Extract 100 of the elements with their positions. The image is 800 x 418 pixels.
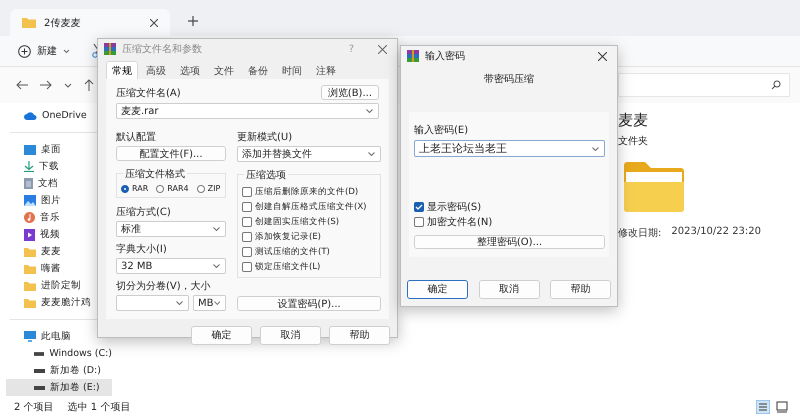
sidebar-item[interactable]: 此电脑 <box>6 328 112 345</box>
password-field[interactable]: 上老王论坛当老王 <box>414 140 605 157</box>
folder-icon <box>22 17 36 28</box>
volume-size-field[interactable] <box>116 295 189 311</box>
sidebar-label: 音乐 <box>40 211 60 224</box>
video-icon <box>24 228 35 240</box>
details-view-icon[interactable] <box>756 400 770 414</box>
dialog-button[interactable]: 取消 <box>260 326 321 344</box>
sidebar-label: 麦麦脆汁鸡 <box>41 296 91 309</box>
sidebar-label: 进阶定制 <box>41 279 81 292</box>
dialog-tab[interactable]: 常规 <box>106 61 138 79</box>
sidebar-item[interactable]: Windows (C:) <box>6 345 112 362</box>
modified-date: 2023/10/22 23:20 <box>671 226 762 239</box>
dialog-tab[interactable]: 高级 <box>140 61 172 79</box>
option-checkbox[interactable]: 测试压缩的文件(T) <box>242 245 376 258</box>
chevron-down-icon <box>213 227 220 231</box>
desktop-icon <box>24 144 36 154</box>
field-label: 输入密码(E) <box>414 124 470 137</box>
organize-passwords-button[interactable]: 整理密码(O)... <box>414 235 605 249</box>
dialog-tab[interactable]: 注释 <box>310 61 342 79</box>
sidebar-item[interactable]: 新加卷 (E:) <box>6 379 112 396</box>
option-checkbox[interactable]: 添加恢复记录(E) <box>242 230 376 243</box>
profiles-button[interactable]: 配置文件(F)... <box>116 146 226 161</box>
sidebar-item[interactable]: 视频 <box>6 226 112 243</box>
field-label: 默认配置 <box>116 130 157 144</box>
new-tab-icon[interactable] <box>188 16 198 26</box>
option-checkbox[interactable]: 创建自解压格式压缩文件(X) <box>242 200 376 213</box>
sidebar-item[interactable]: OneDrive <box>6 107 112 124</box>
folder-icon <box>624 162 684 212</box>
dialog-tab[interactable]: 文件 <box>208 61 240 79</box>
download-icon <box>24 161 34 172</box>
field-label: 压缩文件名(A) <box>116 86 181 100</box>
chevron-down-icon <box>366 109 373 113</box>
dialog-button[interactable]: 取消 <box>478 280 540 298</box>
chevron-down-icon <box>176 301 183 305</box>
format-radio[interactable]: RAR <box>121 184 148 193</box>
dialog-heading: 带密码压缩 <box>483 72 535 86</box>
sidebar-item[interactable]: 新加卷 (D:) <box>6 362 112 379</box>
format-radio[interactable]: RAR4 <box>156 184 189 193</box>
drive-icon <box>34 352 44 356</box>
browse-button[interactable]: 浏览(B)... <box>320 85 379 100</box>
tiles-view-icon[interactable] <box>776 401 788 413</box>
sidebar-label: 视频 <box>40 228 60 241</box>
method-dropdown[interactable]: 标准 <box>116 221 226 237</box>
sidebar-item[interactable]: 下载 <box>6 158 112 175</box>
up-icon[interactable] <box>84 79 94 91</box>
sidebar-item[interactable]: 麦麦 <box>6 243 112 260</box>
dialog-button[interactable]: 帮助 <box>550 280 611 298</box>
dialog-tab[interactable]: 选项 <box>174 61 206 79</box>
modified-label: 修改日期: <box>618 226 662 240</box>
close-icon[interactable] <box>598 52 607 60</box>
chevron-down-icon[interactable] <box>64 82 72 88</box>
close-icon[interactable] <box>378 44 387 54</box>
sidebar-item[interactable]: 图片 <box>6 192 112 209</box>
set-password-button[interactable]: 设置密码(P)... <box>237 296 381 311</box>
field-label: 字典大小(I) <box>116 242 168 256</box>
option-checkbox[interactable]: 压缩后删除原来的文件(D) <box>242 185 376 198</box>
sidebar-item[interactable]: 文档 <box>6 175 112 192</box>
search-field[interactable] <box>618 73 790 97</box>
plus-icon <box>18 44 31 58</box>
new-button[interactable]: 新建 <box>14 42 74 60</box>
unit-dropdown[interactable]: MB <box>193 295 226 311</box>
sidebar-item[interactable]: 麦麦脆汁鸡 <box>6 294 112 311</box>
dialog-tab[interactable]: 备份 <box>242 61 274 79</box>
dictionary-dropdown[interactable]: 32 MB <box>116 258 226 274</box>
group-title: 压缩文件格式 <box>123 167 187 181</box>
group-title: 压缩选项 <box>244 168 288 182</box>
item-type: 文件夹 <box>618 134 649 148</box>
sidebar-label: 桌面 <box>41 143 61 156</box>
sidebar-item[interactable]: 桌面 <box>6 141 112 158</box>
dialog-button[interactable]: 确定 <box>191 326 252 344</box>
folder-tab[interactable]: 2传麦麦 <box>10 9 170 36</box>
dialog-button[interactable]: 帮助 <box>329 326 390 344</box>
archive-name-field[interactable]: 麦麦.rar <box>116 103 379 119</box>
folder-icon <box>24 298 36 308</box>
sidebar-label: 此电脑 <box>41 330 71 343</box>
chevron-down-icon <box>213 264 220 268</box>
option-checkbox[interactable]: 显示密码(S) <box>414 200 605 213</box>
dialog-title: 输入密码 <box>425 50 465 63</box>
close-icon[interactable] <box>150 18 158 26</box>
dialog-tab[interactable]: 时间 <box>276 61 308 79</box>
sidebar-label: 麦麦 <box>41 245 61 258</box>
chevron-down-icon <box>368 152 375 156</box>
sidebar-item[interactable]: 音乐 <box>6 209 112 226</box>
option-checkbox[interactable]: 创建固实压缩文件(S) <box>242 215 376 228</box>
back-icon[interactable] <box>16 80 28 90</box>
option-checkbox[interactable]: 加密文件名(N) <box>414 215 605 228</box>
format-radio[interactable]: ZIP <box>196 184 220 193</box>
music-icon <box>24 212 35 223</box>
selection-count: 选中 1 个项目 <box>68 400 130 414</box>
forward-icon[interactable] <box>40 80 52 90</box>
monitor-icon <box>24 331 36 342</box>
dialog-button[interactable]: 确定 <box>407 280 468 298</box>
sidebar-item[interactable]: 进阶定制 <box>6 277 112 294</box>
sidebar-label: 下载 <box>39 160 59 173</box>
drive-icon <box>34 368 45 372</box>
sidebar-item[interactable]: 嗨酱 <box>6 260 112 277</box>
update-mode-dropdown[interactable]: 添加并替换文件 <box>237 146 381 162</box>
option-checkbox[interactable]: 锁定压缩文件(L) <box>242 260 376 273</box>
sidebar-label: 图片 <box>41 194 61 207</box>
